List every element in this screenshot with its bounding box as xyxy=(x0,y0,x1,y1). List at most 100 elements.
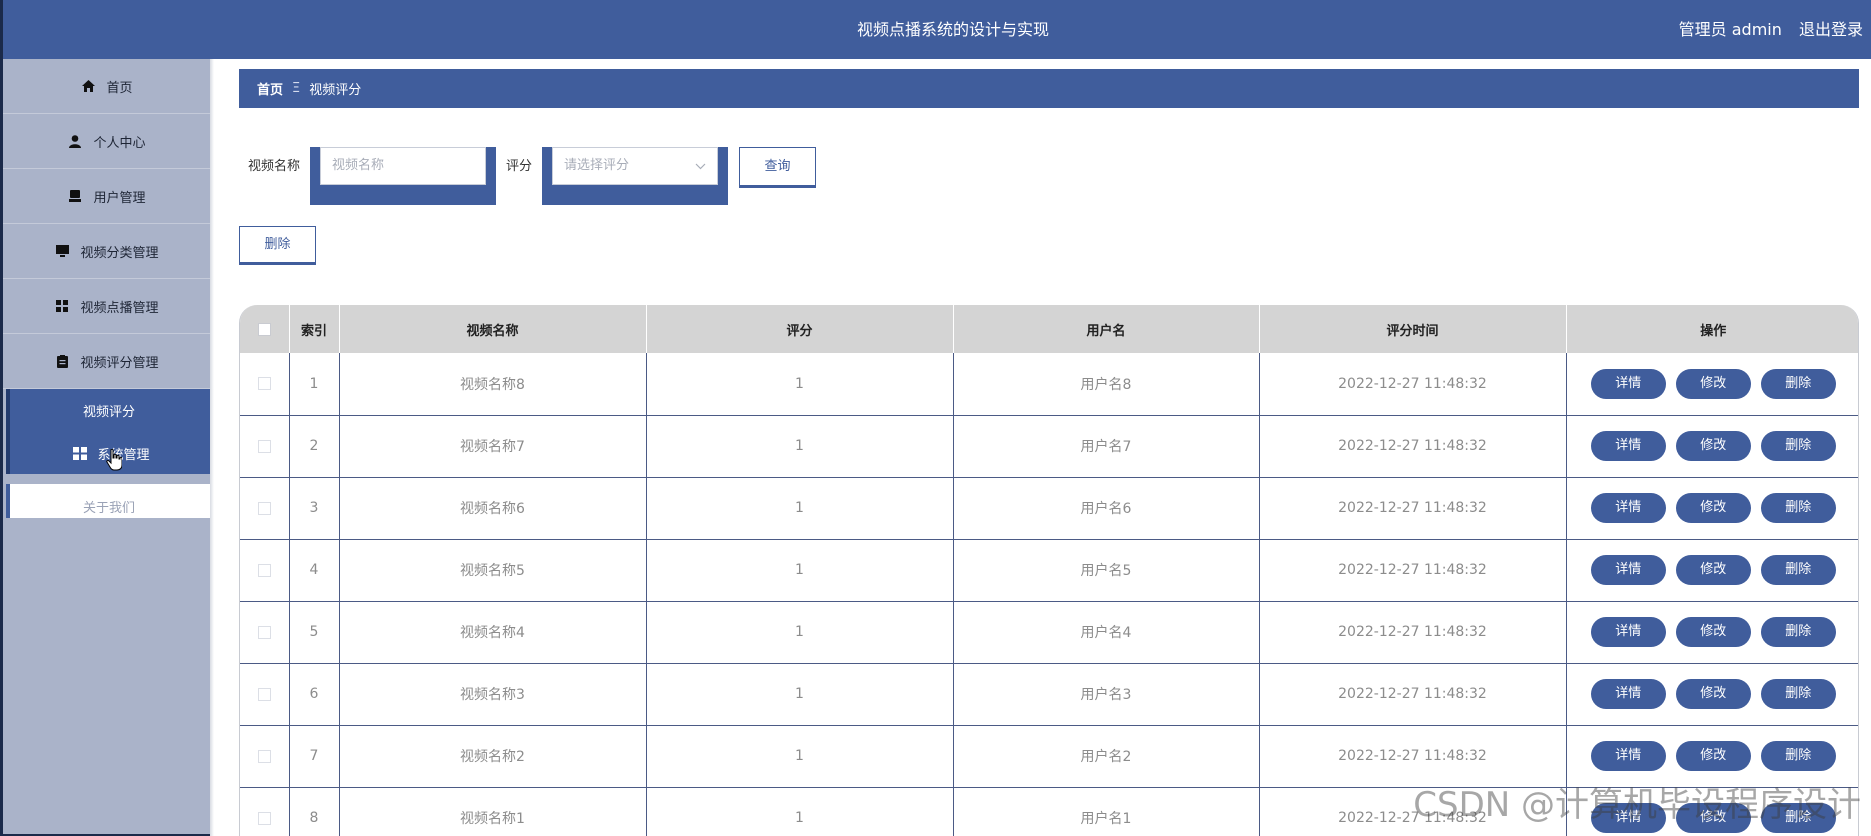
edit-button[interactable]: 修改 xyxy=(1675,368,1751,399)
detail-button[interactable]: 详情 xyxy=(1590,368,1666,399)
cell-rating-time: 2022-12-27 11:48:32 xyxy=(1259,787,1567,836)
table-row: 8 视频名称1 1 用户名1 2022-12-27 11:48:32 详情 修改 删除 xyxy=(240,787,1858,836)
score-select[interactable]: 请选择评分 xyxy=(552,147,719,185)
detail-button[interactable]: 详情 xyxy=(1590,679,1666,709)
cell-score: 1 xyxy=(646,415,954,478)
sidebar-item-users[interactable]: 用户管理 xyxy=(3,169,210,224)
sidebar-item-label: 用户管理 xyxy=(93,190,146,206)
sidebar-item-video-play[interactable]: 视频点播管理 xyxy=(3,279,210,334)
row-checkbox[interactable] xyxy=(257,749,271,763)
cell-video-name: 视频名称8 xyxy=(339,353,647,416)
delete-button[interactable]: 删除 xyxy=(1760,555,1836,585)
row-select-cell xyxy=(240,353,290,416)
row-select-cell xyxy=(240,663,290,726)
cell-username: 用户名6 xyxy=(953,477,1260,540)
cell-index: 2 xyxy=(289,415,340,478)
sidebar: 首页 个人中心 用户管理 视频分类管理 视频点播管理 视频评分管理 视频评分 系… xyxy=(0,59,213,836)
row-select-cell xyxy=(240,725,290,788)
row-checkbox[interactable] xyxy=(257,377,271,391)
cell-index: 6 xyxy=(289,663,340,726)
cell-video-name: 视频名称3 xyxy=(339,663,647,726)
table-row: 7 视频名称2 1 用户名2 2022-12-27 11:48:32 详情 修改 删除 xyxy=(240,725,1858,788)
breadcrumb-home[interactable]: 首页 xyxy=(257,79,283,98)
cell-score: 1 xyxy=(646,539,954,602)
delete-button[interactable]: 删除 xyxy=(1760,617,1836,647)
detail-button[interactable]: 详情 xyxy=(1590,741,1666,771)
sidebar-subitem-video-rating[interactable]: 视频评分 xyxy=(6,389,213,432)
edit-button[interactable]: 修改 xyxy=(1675,493,1751,523)
cell-actions: 详情 修改 删除 xyxy=(1566,663,1858,726)
home-icon xyxy=(80,78,96,94)
cell-username: 用户名5 xyxy=(953,539,1260,602)
cell-username: 用户名4 xyxy=(953,601,1260,664)
cell-rating-time: 2022-12-27 11:48:32 xyxy=(1259,539,1567,602)
sidebar-item-label: 个人中心 xyxy=(93,135,146,151)
cell-index: 4 xyxy=(289,539,340,602)
delete-button[interactable]: 删除 xyxy=(1760,741,1836,771)
cell-score: 1 xyxy=(646,725,954,788)
user-icon xyxy=(67,133,83,149)
delete-button[interactable]: 删除 xyxy=(1760,679,1836,709)
table-row: 3 视频名称6 1 用户名6 2022-12-27 11:48:32 详情 修改 删除 xyxy=(240,477,1858,540)
row-checkbox[interactable] xyxy=(257,625,271,639)
logout-link[interactable]: 退出登录 xyxy=(1799,20,1863,39)
cell-score: 1 xyxy=(646,601,954,664)
sidebar-item-label: 视频点播管理 xyxy=(80,300,159,316)
detail-button[interactable]: 详情 xyxy=(1590,431,1666,461)
cell-rating-time: 2022-12-27 11:48:32 xyxy=(1259,415,1567,478)
sidebar-item-profile[interactable]: 个人中心 xyxy=(3,114,210,169)
cell-score: 1 xyxy=(646,663,954,726)
cell-rating-time: 2022-12-27 11:48:32 xyxy=(1259,353,1567,416)
header-index: 索引 xyxy=(289,305,340,353)
cell-username: 用户名7 xyxy=(953,415,1260,478)
cell-video-name: 视频名称6 xyxy=(339,477,647,540)
table-row: 4 视频名称5 1 用户名5 2022-12-27 11:48:32 详情 修改 删除 xyxy=(240,539,1858,602)
cell-actions: 详情 修改 删除 xyxy=(1566,787,1858,836)
edit-button[interactable]: 修改 xyxy=(1675,803,1751,833)
detail-button[interactable]: 详情 xyxy=(1590,617,1666,647)
delete-button[interactable]: 删除 xyxy=(1760,803,1836,833)
sidebar-item-label: 视频评分管理 xyxy=(80,355,159,371)
cell-index: 5 xyxy=(289,601,340,664)
cell-actions: 详情 修改 删除 xyxy=(1566,539,1858,602)
detail-button[interactable]: 详情 xyxy=(1590,803,1666,833)
sidebar-subitem-about[interactable]: 关于我们 xyxy=(6,484,213,518)
edit-button[interactable]: 修改 xyxy=(1675,741,1751,771)
cell-actions: 详情 修改 删除 xyxy=(1566,415,1858,478)
row-select-cell xyxy=(240,787,290,836)
delete-button[interactable]: 删除 xyxy=(1760,368,1836,399)
batch-delete-button[interactable]: 删除 xyxy=(239,226,316,265)
cell-username: 用户名8 xyxy=(953,353,1260,416)
row-checkbox[interactable] xyxy=(257,687,271,701)
select-all-checkbox[interactable] xyxy=(257,322,271,336)
edit-button[interactable]: 修改 xyxy=(1675,617,1751,647)
cell-actions: 详情 修改 删除 xyxy=(1566,477,1858,540)
sidebar-item-video-category[interactable]: 视频分类管理 xyxy=(3,224,210,279)
row-checkbox[interactable] xyxy=(257,811,271,825)
sidebar-item-video-rating[interactable]: 视频评分管理 xyxy=(3,334,210,389)
edit-button[interactable]: 修改 xyxy=(1675,431,1751,461)
row-checkbox[interactable] xyxy=(257,563,271,577)
cell-video-name: 视频名称2 xyxy=(339,725,647,788)
query-button[interactable]: 查询 xyxy=(739,147,817,188)
header-username: 用户名 xyxy=(953,305,1260,353)
sidebar-item-home[interactable]: 首页 xyxy=(3,59,210,114)
delete-button[interactable]: 删除 xyxy=(1760,493,1836,523)
row-select-cell xyxy=(240,601,290,664)
header-score: 评分 xyxy=(646,305,954,353)
cell-score: 1 xyxy=(646,477,954,540)
hand-cursor-icon xyxy=(106,449,122,471)
cell-video-name: 视频名称1 xyxy=(339,787,647,836)
row-checkbox[interactable] xyxy=(257,501,271,515)
delete-button[interactable]: 删除 xyxy=(1760,431,1836,461)
cell-index: 1 xyxy=(289,353,340,416)
top-bar: 视频点播系统的设计与实现 管理员 admin 退出登录 xyxy=(0,0,1871,59)
grid-icon xyxy=(54,298,70,314)
table-header-row: 索引 视频名称 评分 用户名 评分时间 操作 xyxy=(240,305,1858,353)
detail-button[interactable]: 详情 xyxy=(1590,555,1666,585)
video-name-input[interactable]: 视频名称 xyxy=(320,147,487,185)
edit-button[interactable]: 修改 xyxy=(1675,679,1751,709)
edit-button[interactable]: 修改 xyxy=(1675,555,1751,585)
detail-button[interactable]: 详情 xyxy=(1590,493,1666,523)
row-checkbox[interactable] xyxy=(257,439,271,453)
